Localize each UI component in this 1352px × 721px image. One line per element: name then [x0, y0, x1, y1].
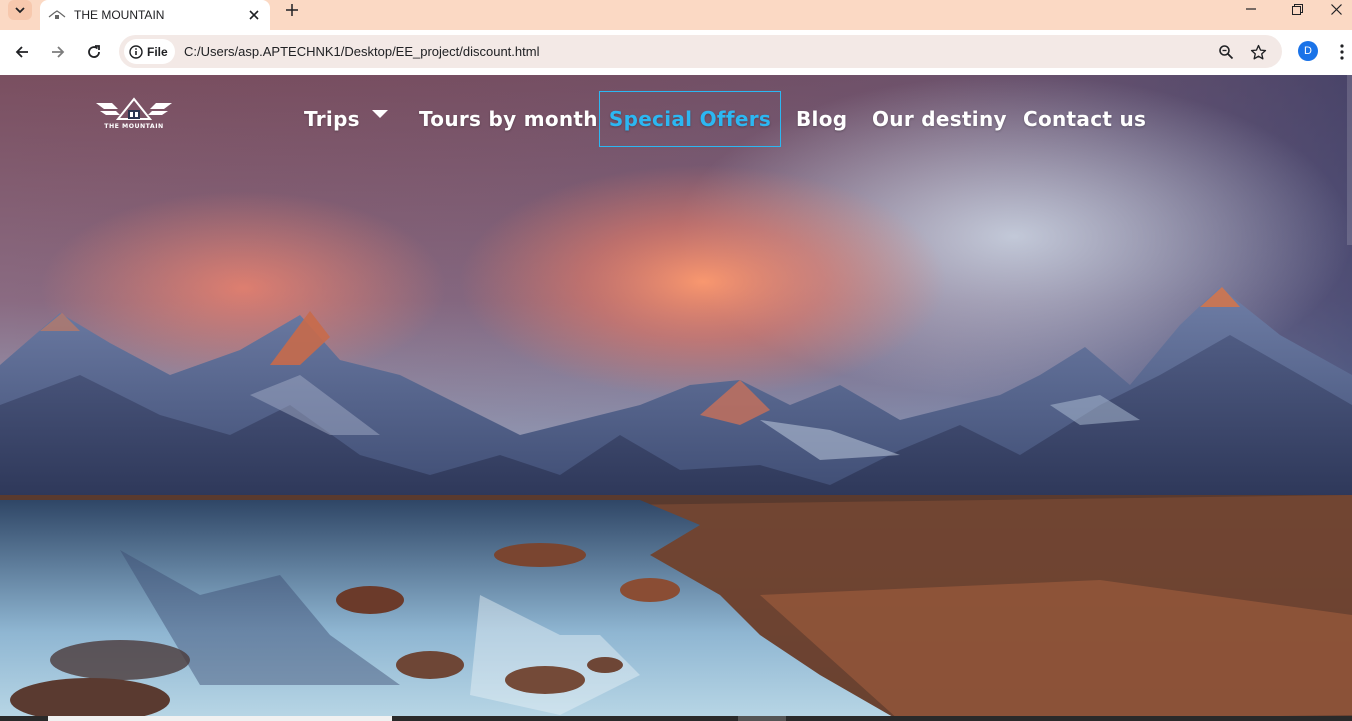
web-page: THE MOUNTAIN Trips Tours by month Specia…	[0, 75, 1352, 721]
window-close-button[interactable]	[1320, 0, 1352, 18]
zoom-icon	[1219, 45, 1234, 60]
hero-background-image	[0, 75, 1352, 721]
nav-our-destiny[interactable]: Our destiny	[872, 91, 1007, 147]
chevron-down-icon	[15, 7, 25, 14]
arrow-left-icon	[15, 46, 28, 58]
tab-strip: THE MOUNTAIN	[0, 0, 1352, 30]
site-info-chip[interactable]: File	[124, 39, 175, 64]
arrow-right-icon	[52, 46, 65, 58]
nav-trips[interactable]: Trips	[304, 91, 388, 147]
scrollbar-thumb[interactable]	[48, 716, 392, 721]
reload-icon	[88, 45, 100, 58]
restore-button[interactable]	[1274, 0, 1320, 18]
restore-icon	[1291, 3, 1303, 15]
info-icon	[129, 44, 143, 59]
nav-our-destiny-label: Our destiny	[872, 107, 1007, 131]
nav-contact-us[interactable]: Contact us	[1023, 91, 1146, 147]
favicon-icon	[48, 10, 66, 19]
browser-tab[interactable]: THE MOUNTAIN	[40, 0, 270, 30]
more-vert-icon	[1340, 44, 1344, 60]
nav-trips-label: Trips	[304, 107, 360, 131]
nav-tours-label: Tours by month	[419, 107, 598, 131]
nav-tours-by-month[interactable]: Tours by month	[419, 91, 598, 147]
tab-close-button[interactable]	[244, 5, 264, 25]
url-text[interactable]: C:/Users/asp.APTECHNK1/Desktop/EE_projec…	[184, 44, 539, 59]
back-button[interactable]	[6, 36, 38, 68]
tab-title: THE MOUNTAIN	[74, 8, 165, 22]
close-icon	[1330, 3, 1342, 15]
caret-down-icon[interactable]	[371, 110, 388, 118]
minimize-icon	[1246, 8, 1256, 10]
nav-contact-label: Contact us	[1023, 107, 1147, 131]
forward-button[interactable]	[42, 36, 74, 68]
zoom-button[interactable]	[1214, 40, 1238, 64]
minimize-button[interactable]	[1228, 0, 1274, 18]
vertical-scrollbar[interactable]	[1347, 75, 1352, 245]
profile-avatar[interactable]: D	[1298, 41, 1318, 61]
new-tab-button[interactable]	[280, 0, 304, 20]
nav-blog-label: Blog	[796, 107, 848, 131]
browser-toolbar: File C:/Users/asp.APTECHNK1/Desktop/EE_p…	[0, 30, 1352, 75]
address-bar[interactable]: File C:/Users/asp.APTECHNK1/Desktop/EE_p…	[119, 35, 1282, 68]
nav-blog[interactable]: Blog	[796, 91, 847, 147]
bookmark-button[interactable]	[1246, 40, 1270, 64]
nav-special-offers-label: Special Offers	[608, 107, 772, 131]
tab-search-button[interactable]	[8, 0, 32, 20]
nav-special-offers[interactable]: Special Offers	[599, 91, 781, 147]
star-icon	[1250, 44, 1266, 59]
reload-button[interactable]	[78, 36, 110, 68]
main-navigation: Trips Tours by month Special Offers Blog…	[0, 91, 1352, 147]
horizontal-scrollbar[interactable]	[0, 716, 1352, 721]
scrollbar-segment	[738, 716, 786, 721]
site-info-label: File	[147, 44, 168, 59]
browser-menu-button[interactable]	[1334, 41, 1350, 63]
plus-icon	[286, 4, 298, 16]
close-icon	[249, 10, 259, 20]
